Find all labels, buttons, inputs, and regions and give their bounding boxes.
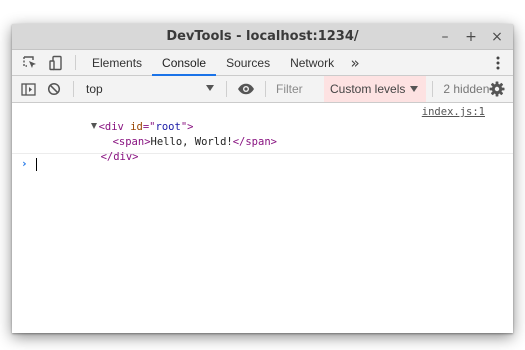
source-link[interactable]: index.js:1	[422, 105, 485, 120]
minimize-button[interactable]: –	[439, 29, 451, 45]
close-button[interactable]: ×	[491, 29, 503, 45]
maximize-button[interactable]: +	[465, 29, 477, 45]
console-message: <div id="root"> index.js:1 <span>Hello, …	[12, 103, 513, 163]
toolbar-divider	[75, 55, 76, 70]
context-selector-value: top	[86, 82, 103, 96]
tab-network[interactable]: Network	[280, 50, 344, 75]
devtools-window: DevTools - localhost:1234/ – + × Element…	[12, 24, 513, 333]
hidden-messages-count: 2 hidden	[443, 82, 490, 96]
device-toolbar-icon[interactable]	[43, 50, 69, 75]
more-tabs-button[interactable]: »	[344, 50, 366, 75]
console-sidebar-icon[interactable]	[15, 76, 41, 102]
log-levels-label: Custom levels	[330, 82, 406, 96]
console-toolbar: top Filter Custom levels 2 hidden	[12, 76, 513, 103]
inspect-element-icon[interactable]	[17, 50, 43, 75]
tab-elements[interactable]: Elements	[82, 50, 152, 75]
console-prompt[interactable]: ›	[12, 154, 513, 174]
tab-sources[interactable]: Sources	[216, 50, 280, 75]
console-output: <div id="root"> index.js:1 <span>Hello, …	[12, 103, 513, 174]
window-title: DevTools - localhost:1234/	[166, 29, 359, 44]
window-controls: – + ×	[439, 24, 503, 49]
toolbar-divider	[226, 81, 227, 97]
tab-console[interactable]: Console	[152, 50, 217, 76]
settings-gear-icon[interactable]	[487, 76, 507, 102]
text-caret	[36, 158, 37, 171]
console-line-span: <span>Hello, World!</span>	[112, 136, 277, 148]
title-bar: DevTools - localhost:1234/ – + ×	[12, 24, 513, 50]
prompt-chevron-icon: ›	[21, 157, 28, 170]
dropdown-arrow-icon	[410, 86, 419, 92]
panel-tab-bar: Elements Console Sources Network »	[12, 50, 513, 76]
log-levels-dropdown[interactable]: Custom levels	[324, 76, 427, 102]
context-selector[interactable]: top	[80, 76, 220, 102]
toolbar-divider	[265, 81, 266, 97]
toolbar-divider	[73, 81, 74, 97]
dropdown-arrow-icon	[206, 85, 214, 91]
console-line-open-div[interactable]: <div id="root">	[40, 105, 193, 133]
filter-input[interactable]: Filter	[272, 76, 324, 102]
clear-console-icon[interactable]	[41, 76, 67, 102]
live-expression-eye-icon[interactable]	[233, 76, 259, 102]
filter-placeholder: Filter	[276, 82, 303, 96]
console-line-close-div: </div>	[100, 151, 139, 163]
toolbar-divider	[432, 81, 434, 97]
more-options-icon[interactable]	[489, 50, 507, 75]
